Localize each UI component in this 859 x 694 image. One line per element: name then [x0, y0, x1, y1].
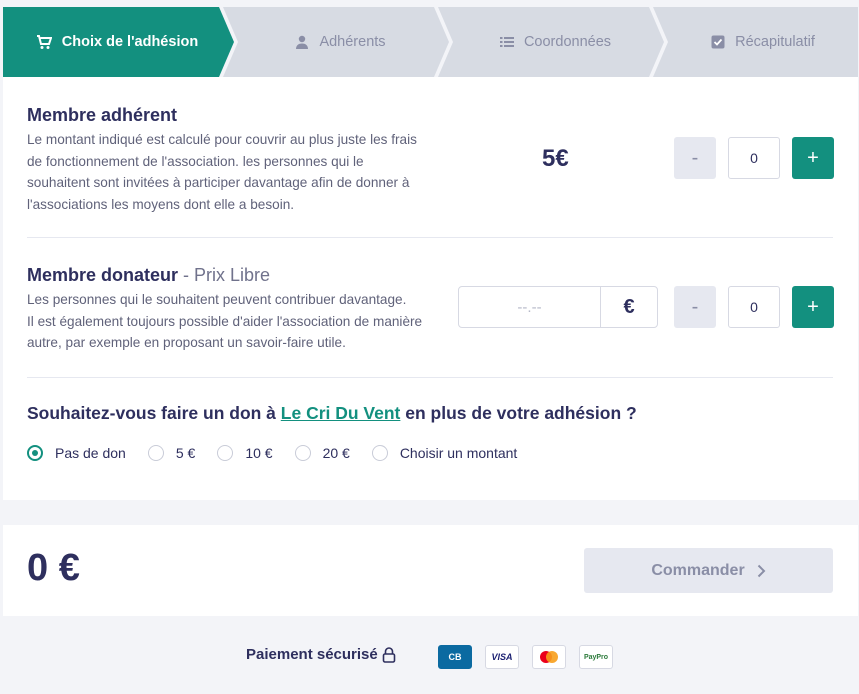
- radio-unchecked[interactable]: [371, 445, 388, 461]
- check-square-icon: [711, 35, 725, 49]
- donateur-decrement-button[interactable]: -: [674, 286, 716, 328]
- membership-card: Membre adhérent Le montant indiqué est c…: [3, 77, 858, 500]
- step-adherents[interactable]: Adhérents: [238, 7, 443, 77]
- step-recapitulatif[interactable]: Récapitulatif: [668, 7, 858, 77]
- free-price-field: €: [458, 286, 658, 328]
- mastercard-logo: [540, 651, 558, 663]
- adherent-quantity-input[interactable]: [728, 137, 780, 179]
- lock-icon: [382, 646, 396, 663]
- membre-donateur-title: Membre donateur - Prix Libre: [27, 265, 271, 285]
- chevron-right-icon: [757, 564, 766, 577]
- step-choix-adhesion[interactable]: Choix de l'adhésion: [3, 7, 231, 77]
- checkout-stepper: Choix de l'adhésion Adhérents Coordonnée…: [3, 7, 858, 77]
- payment-cards: CB VISA PayPro: [438, 645, 613, 669]
- donation-options: Pas de don 5 € 10 € 20 € Choisir un mont…: [27, 443, 539, 463]
- cart-icon: [36, 35, 52, 49]
- radio-unchecked[interactable]: [217, 445, 234, 461]
- step-label: Coordonnées: [523, 34, 612, 50]
- order-summary-bar: 0 € Commander: [3, 525, 858, 616]
- donation-option-custom[interactable]: Choisir un montant: [371, 445, 517, 461]
- divider: [27, 377, 833, 378]
- total-amount: 0 €: [27, 547, 80, 589]
- step-label: Adhérents: [319, 34, 386, 50]
- visa-card-icon: VISA: [485, 645, 519, 669]
- prix-libre-label: - Prix Libre: [178, 265, 271, 285]
- membre-adherent-title: Membre adhérent: [27, 105, 178, 125]
- adherent-decrement-button[interactable]: -: [674, 137, 716, 179]
- step-coordonnees[interactable]: Coordonnées: [453, 7, 658, 77]
- free-price-input[interactable]: [459, 287, 600, 327]
- radio-checked[interactable]: [27, 445, 43, 461]
- organization-link[interactable]: Le Cri Du Vent: [281, 403, 401, 423]
- donateur-increment-button[interactable]: +: [792, 286, 834, 328]
- list-icon: [499, 37, 514, 47]
- donation-option-none[interactable]: Pas de don: [27, 445, 126, 461]
- paypro-card-icon: PayPro: [579, 645, 613, 669]
- step-label: Récapitulatif: [735, 34, 815, 50]
- divider: [27, 237, 833, 238]
- donateur-quantity-input[interactable]: [728, 286, 780, 328]
- user-icon: [296, 35, 309, 49]
- step-label: Choix de l'adhésion: [61, 34, 199, 50]
- secure-payment-label: Paiement sécurisé: [246, 646, 396, 663]
- currency-suffix: €: [600, 287, 657, 327]
- radio-unchecked[interactable]: [294, 445, 311, 461]
- donation-option-5[interactable]: 5 €: [147, 445, 195, 461]
- cb-card-icon: CB: [438, 645, 472, 669]
- donation-question: Souhaitez-vous faire un don à Le Cri Du …: [27, 403, 637, 423]
- adherent-increment-button[interactable]: +: [792, 137, 834, 179]
- membre-donateur-description: Les personnes qui le souhaitent peuvent …: [27, 292, 423, 350]
- donation-option-10[interactable]: 10 €: [217, 445, 273, 461]
- membre-adherent-description: Le montant indiqué est calculé pour couv…: [27, 132, 417, 212]
- order-button[interactable]: Commander: [584, 548, 833, 593]
- radio-unchecked[interactable]: [147, 445, 164, 461]
- membre-adherent-price: 5€: [542, 145, 569, 172]
- mastercard-icon: [532, 645, 566, 669]
- donation-option-20[interactable]: 20 €: [294, 445, 350, 461]
